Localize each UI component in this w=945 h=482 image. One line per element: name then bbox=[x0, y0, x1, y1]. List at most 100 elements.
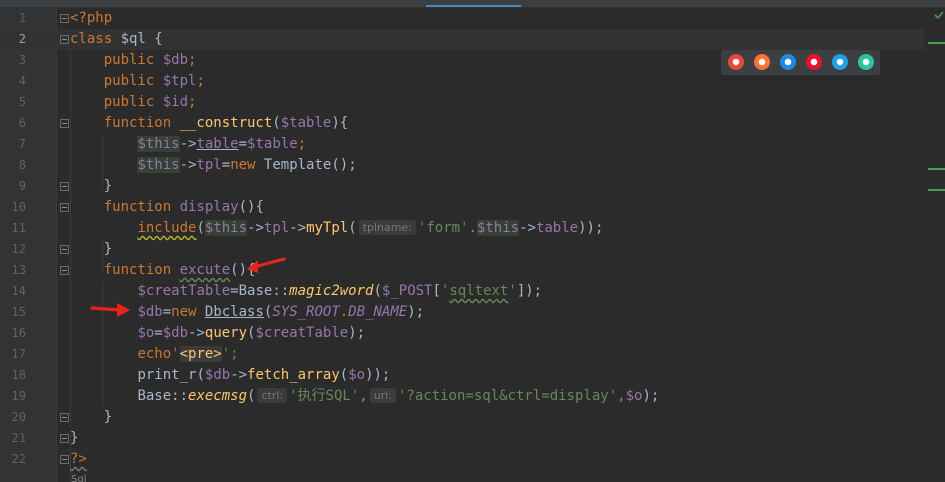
code-token: '?action=sql&ctrl=display' bbox=[397, 388, 618, 404]
code-token: ' bbox=[508, 283, 517, 299]
code-token: $o bbox=[137, 325, 155, 341]
fold-toggle-icon[interactable] bbox=[60, 266, 69, 275]
code-line[interactable]: include($this->tpl->myTpl(tplname:'form'… bbox=[70, 218, 603, 239]
code-token: function bbox=[70, 199, 180, 215]
code-token: myTpl bbox=[306, 220, 349, 236]
code-token: ){ bbox=[331, 115, 349, 131]
code-token: } bbox=[70, 430, 79, 446]
code-line[interactable]: public $tpl; bbox=[70, 71, 205, 92]
active-tab-indicator bbox=[426, 5, 521, 7]
code-token: $id bbox=[162, 94, 189, 110]
code-token: $o bbox=[625, 388, 643, 404]
fold-toggle-icon[interactable] bbox=[60, 203, 69, 212]
line-number: 10 bbox=[11, 200, 26, 214]
line-number: 21 bbox=[11, 431, 26, 445]
code-line[interactable]: $o=$db->query($creatTable); bbox=[70, 323, 365, 344]
code-token: __construct bbox=[179, 115, 273, 131]
error-stripe[interactable] bbox=[928, 8, 945, 482]
code-token: = bbox=[238, 136, 248, 152]
code-token: include bbox=[137, 220, 197, 236]
code-line[interactable]: <?php bbox=[70, 8, 112, 29]
code-token: = bbox=[162, 304, 172, 320]
code-line[interactable]: ?> bbox=[70, 449, 87, 470]
code-line[interactable]: $this->table=$table; bbox=[70, 134, 306, 155]
code-line[interactable]: } bbox=[70, 428, 78, 449]
fold-toggle-icon[interactable] bbox=[60, 245, 69, 254]
fold-toggle-icon[interactable] bbox=[60, 455, 69, 464]
code-token: new bbox=[171, 304, 205, 320]
code-token: (){ bbox=[238, 199, 264, 215]
code-token: $this bbox=[137, 157, 180, 173]
code-token: 'form' bbox=[417, 220, 469, 236]
code-token: <?php bbox=[70, 10, 113, 26]
code-editor[interactable]: 1 2 3 4 5 6 7 8 9 10 11 12 13 14 15 16 17 18 19 20 21 22 <?ph… bbox=[0, 0, 945, 482]
change-marker[interactable] bbox=[928, 42, 945, 44]
fold-toggle-icon[interactable] bbox=[60, 119, 69, 128]
firefox-icon[interactable] bbox=[754, 54, 770, 70]
red-arrow-annotation bbox=[247, 257, 286, 273]
code-line[interactable]: function display(){ bbox=[70, 197, 264, 218]
code-token: ]); bbox=[516, 283, 543, 299]
code-line[interactable]: function __construct($table){ bbox=[70, 113, 348, 134]
code-line[interactable]: echo'<pre>'; bbox=[70, 344, 239, 365]
chrome-icon[interactable] bbox=[728, 54, 744, 70]
code-token: )); bbox=[578, 220, 604, 236]
fold-toggle-icon[interactable] bbox=[60, 35, 69, 44]
fold-toggle-icon[interactable] bbox=[60, 14, 69, 23]
code-line[interactable]: public $db; bbox=[70, 50, 197, 71]
code-line[interactable]: $this->tpl=new Template(); bbox=[70, 155, 357, 176]
code-token: DB_NAME bbox=[348, 304, 408, 320]
code-token: $creatTable bbox=[137, 283, 231, 299]
code-token: -> bbox=[188, 325, 205, 341]
code-line[interactable]: } bbox=[70, 407, 112, 428]
code-line[interactable]: print_r($db->fetch_array($o)); bbox=[70, 365, 390, 386]
safari-icon[interactable] bbox=[780, 54, 796, 70]
browser-preview-toolbar bbox=[721, 50, 880, 75]
parameter-hint: url: bbox=[369, 388, 396, 403]
change-marker[interactable] bbox=[928, 189, 945, 191]
code-token: $tpl bbox=[162, 73, 197, 89]
code-token: -> bbox=[519, 220, 536, 236]
code-token: $this bbox=[204, 220, 248, 236]
code-token: :: bbox=[272, 283, 290, 299]
code-token: :: bbox=[171, 388, 189, 404]
clipped-status-text: Sql bbox=[71, 474, 87, 482]
fold-toggle-icon[interactable] bbox=[60, 182, 69, 191]
code-token: = bbox=[154, 325, 163, 341]
code-token: { bbox=[145, 31, 163, 47]
inspection-ok-icon[interactable] bbox=[934, 10, 944, 20]
opera-icon[interactable] bbox=[806, 54, 822, 70]
code-token: $this bbox=[137, 136, 180, 152]
code-token: } bbox=[70, 178, 113, 194]
line-number: 19 bbox=[11, 389, 26, 403]
code-token: SYS_ROOT bbox=[272, 304, 340, 320]
code-line[interactable]: function excute(){ bbox=[70, 260, 256, 281]
code-token: $ql bbox=[120, 31, 146, 47]
code-line[interactable]: public $id; bbox=[70, 92, 197, 113]
code-token: $_POST bbox=[381, 283, 433, 299]
code-line[interactable]: } bbox=[70, 239, 112, 260]
line-number: 7 bbox=[18, 137, 26, 151]
code-token: )); bbox=[365, 367, 391, 383]
fold-toggle-icon[interactable] bbox=[60, 413, 69, 422]
code-line[interactable]: } bbox=[70, 176, 112, 197]
code-token: $o bbox=[348, 367, 366, 383]
code-token: ?> bbox=[70, 451, 87, 467]
edge-icon[interactable] bbox=[858, 54, 874, 70]
code-line[interactable]: Base::execmsg(ctrl: '执行SQL', url: '?action=… bbox=[70, 386, 659, 407]
code-token: ( bbox=[247, 388, 256, 404]
line-number: 11 bbox=[11, 221, 26, 235]
line-number: 15 bbox=[11, 305, 26, 319]
editor-tab-bar[interactable] bbox=[0, 0, 945, 8]
fold-toggle-icon[interactable] bbox=[60, 434, 69, 443]
code-token: echo bbox=[137, 346, 172, 362]
ie-icon[interactable] bbox=[832, 54, 848, 70]
code-token: (); bbox=[331, 157, 357, 173]
code-line[interactable]: class $ql { bbox=[70, 29, 163, 50]
code-line[interactable]: $creatTable=Base::magic2word($_POST['sql… bbox=[70, 281, 542, 302]
code-token: excute bbox=[179, 262, 231, 278]
change-marker[interactable] bbox=[928, 168, 945, 170]
